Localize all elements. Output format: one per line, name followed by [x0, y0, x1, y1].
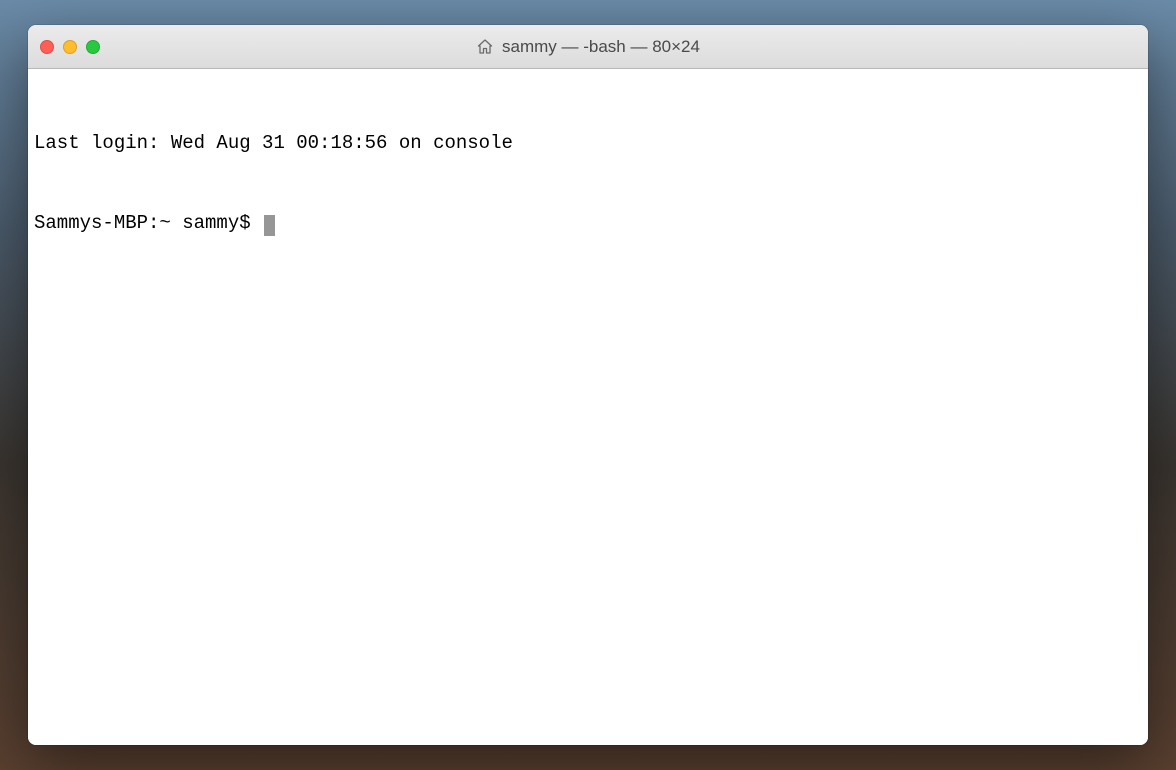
window-titlebar[interactable]: sammy — -bash — 80×24 — [28, 25, 1148, 69]
last-login-line: Last login: Wed Aug 31 00:18:56 on conso… — [34, 130, 1142, 157]
traffic-lights — [40, 40, 100, 54]
terminal-window: sammy — -bash — 80×24 Last login: Wed Au… — [28, 25, 1148, 745]
minimize-button[interactable] — [63, 40, 77, 54]
window-title-wrap: sammy — -bash — 80×24 — [28, 25, 1148, 68]
prompt-text: Sammys-MBP:~ sammy$ — [34, 212, 262, 234]
prompt-line: Sammys-MBP:~ sammy$ — [34, 210, 1142, 237]
close-button[interactable] — [40, 40, 54, 54]
maximize-button[interactable] — [86, 40, 100, 54]
terminal-body[interactable]: Last login: Wed Aug 31 00:18:56 on conso… — [28, 69, 1148, 745]
home-icon — [476, 38, 494, 56]
window-title: sammy — -bash — 80×24 — [502, 37, 700, 57]
cursor — [264, 215, 275, 236]
